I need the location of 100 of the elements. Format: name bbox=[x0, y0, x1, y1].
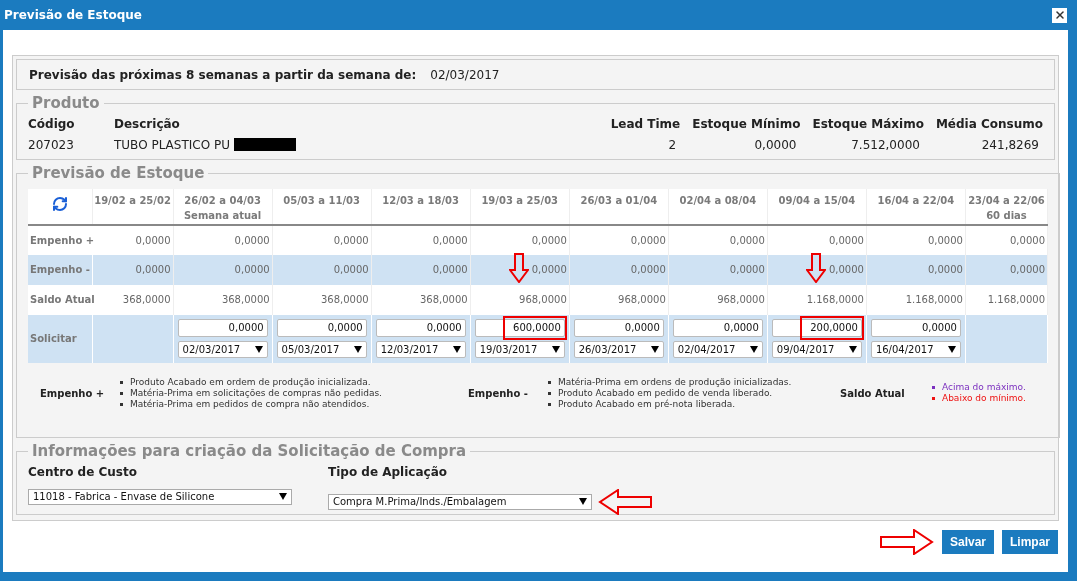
table-cell: 0,0000 bbox=[569, 254, 669, 285]
field-value: 2 bbox=[668, 136, 678, 154]
caret-icon bbox=[254, 346, 263, 353]
period-label: Previsão das próximas 8 semanas a partir da semana de: bbox=[29, 66, 417, 84]
date-select[interactable]: 19/03/2017 bbox=[474, 341, 565, 358]
date-select[interactable]: 05/03/2017 bbox=[276, 341, 367, 358]
period-date: 02/03/2017 bbox=[430, 66, 500, 84]
row-label: Empenho + bbox=[28, 224, 93, 255]
table-cell: 0,0000 bbox=[767, 224, 867, 255]
date-select[interactable]: 16/04/2017 bbox=[870, 341, 961, 358]
arrow-icon bbox=[508, 253, 529, 283]
legend-note: Produto Acabado em pré-nota liberada. bbox=[558, 398, 736, 410]
quantity-field[interactable]: 0,0000 bbox=[573, 319, 664, 337]
row-label: Saldo Atual bbox=[28, 284, 93, 315]
dropdown[interactable]: Compra M.Prima/Inds./Embalagem bbox=[328, 493, 592, 510]
column-header: 16/04 a 22/04 bbox=[866, 188, 966, 225]
column-header: 19/02 a 25/02 bbox=[92, 188, 174, 225]
field-label: Descrição bbox=[114, 115, 181, 133]
table-cell: 0,0000 bbox=[92, 254, 174, 285]
quantity-field[interactable]: 600,0000 bbox=[474, 319, 565, 337]
date-select[interactable]: 02/04/2017 bbox=[672, 341, 763, 358]
date-select[interactable]: 12/03/2017 bbox=[375, 341, 466, 358]
refresh-icon bbox=[51, 195, 68, 212]
field-label: Tipo de Aplicação bbox=[328, 463, 448, 481]
field-label: Estoque Mínimo bbox=[692, 115, 801, 133]
field-value: TUBO PLASTICO PU bbox=[114, 136, 230, 154]
caret-icon bbox=[452, 346, 461, 353]
table-cell: 0,0000 bbox=[569, 224, 669, 255]
row-label: Empenho - bbox=[28, 254, 93, 285]
field-label: Estoque Máximo bbox=[812, 115, 924, 133]
table-cell: 1.168,0000 bbox=[767, 284, 867, 315]
refresh-button[interactable] bbox=[51, 195, 68, 212]
date-select[interactable]: 02/03/2017 bbox=[177, 341, 268, 358]
legend-note: Abaixo do mínimo. bbox=[942, 393, 1026, 404]
table-cell: 0,0000 bbox=[272, 254, 372, 285]
column-header: 09/04 a 15/04 bbox=[767, 188, 867, 225]
table-cell: 0,0000 bbox=[272, 224, 372, 255]
caret-icon bbox=[579, 498, 587, 505]
table-cell: 0,0000 bbox=[470, 254, 570, 285]
legend-note: Matéria-Prima em pedidos de compra não atendidos. bbox=[130, 398, 370, 410]
legend-note: Produto Acabado em pedido de venda liberado. bbox=[558, 387, 773, 399]
close-button[interactable] bbox=[1052, 7, 1067, 23]
field-value: 0,0000 bbox=[754, 136, 798, 154]
legend-note: Produto Acabado em ordem de produção inicializada. bbox=[130, 376, 371, 388]
close-icon bbox=[1053, 9, 1066, 21]
column-header: 23/04 a 22/06 60 dias bbox=[965, 188, 1048, 225]
caret-icon bbox=[848, 346, 857, 353]
table-cell: 0,0000 bbox=[470, 224, 570, 255]
table-cell: 1.168,0000 bbox=[965, 284, 1048, 315]
quantity-field[interactable]: 0,0000 bbox=[672, 319, 763, 337]
caret-icon bbox=[551, 346, 560, 353]
legend-note: Matéria-Prima em ordens de produção inicializadas. bbox=[558, 376, 792, 388]
caret-icon bbox=[650, 346, 659, 353]
quantity-field[interactable]: 0,0000 bbox=[870, 319, 961, 337]
table-cell: 968,0000 bbox=[668, 284, 768, 315]
quantity-field[interactable]: 0,0000 bbox=[177, 319, 268, 337]
table-cell: 0,0000 bbox=[965, 224, 1048, 255]
table-cell: 0,0000 bbox=[866, 224, 966, 255]
caret-icon bbox=[947, 346, 956, 353]
column-header: 19/03 a 25/03 bbox=[470, 188, 570, 225]
table-cell: 0,0000 bbox=[371, 224, 471, 255]
legend-label: Saldo Atual bbox=[840, 386, 906, 401]
table-cell: 368,0000 bbox=[371, 284, 471, 315]
date-select[interactable]: 09/04/2017 bbox=[771, 341, 862, 358]
quantity-field[interactable]: 200,0000 bbox=[771, 319, 862, 337]
table-cell: 0,0000 bbox=[767, 254, 867, 285]
table-cell: 0,0000 bbox=[965, 254, 1048, 285]
table-cell: 0,0000 bbox=[866, 254, 966, 285]
table-cell: 0,0000 bbox=[371, 254, 471, 285]
legend-label: Empenho + bbox=[40, 386, 106, 401]
row-label: Solicitar bbox=[28, 314, 93, 363]
table-cell: 1.168,0000 bbox=[866, 284, 966, 315]
table-cell: 968,0000 bbox=[569, 284, 669, 315]
table-cell: 0,0000 bbox=[92, 224, 174, 255]
field-label: Média Consumo bbox=[935, 115, 1043, 133]
redaction-bar bbox=[233, 138, 296, 151]
column-header: 12/03 a 18/03 bbox=[371, 188, 471, 225]
caret-icon bbox=[749, 346, 758, 353]
caret-icon bbox=[279, 493, 287, 500]
field-label: Código bbox=[28, 115, 76, 133]
table-cell: 0,0000 bbox=[668, 254, 768, 285]
legend-note: Matéria-Prima em solicitações de compras não pedidas. bbox=[130, 387, 382, 399]
legend-label: Empenho - bbox=[468, 386, 529, 401]
table-cell: 0,0000 bbox=[668, 224, 768, 255]
legend-note: Acima do máximo. bbox=[942, 382, 1026, 393]
window-title: Previsão de Estoque bbox=[4, 7, 142, 24]
table-cell: 368,0000 bbox=[173, 284, 273, 315]
table-cell: 0,0000 bbox=[173, 254, 273, 285]
table-cell: 368,0000 bbox=[272, 284, 372, 315]
action-button[interactable]: Salvar bbox=[941, 530, 994, 554]
field-value: 7.512,0000 bbox=[851, 136, 921, 154]
date-select[interactable]: 26/03/2017 bbox=[573, 341, 664, 358]
arrow-icon bbox=[879, 529, 934, 555]
arrow-icon bbox=[805, 253, 826, 283]
dropdown[interactable]: 11018 - Fabrica - Envase de Silicone bbox=[28, 488, 292, 505]
column-header: 02/04 a 08/04 bbox=[668, 188, 768, 225]
quantity-field[interactable]: 0,0000 bbox=[276, 319, 367, 337]
quantity-field[interactable]: 0,0000 bbox=[375, 319, 466, 337]
table-cell: 968,0000 bbox=[470, 284, 570, 315]
action-button[interactable]: Limpar bbox=[1002, 530, 1058, 554]
